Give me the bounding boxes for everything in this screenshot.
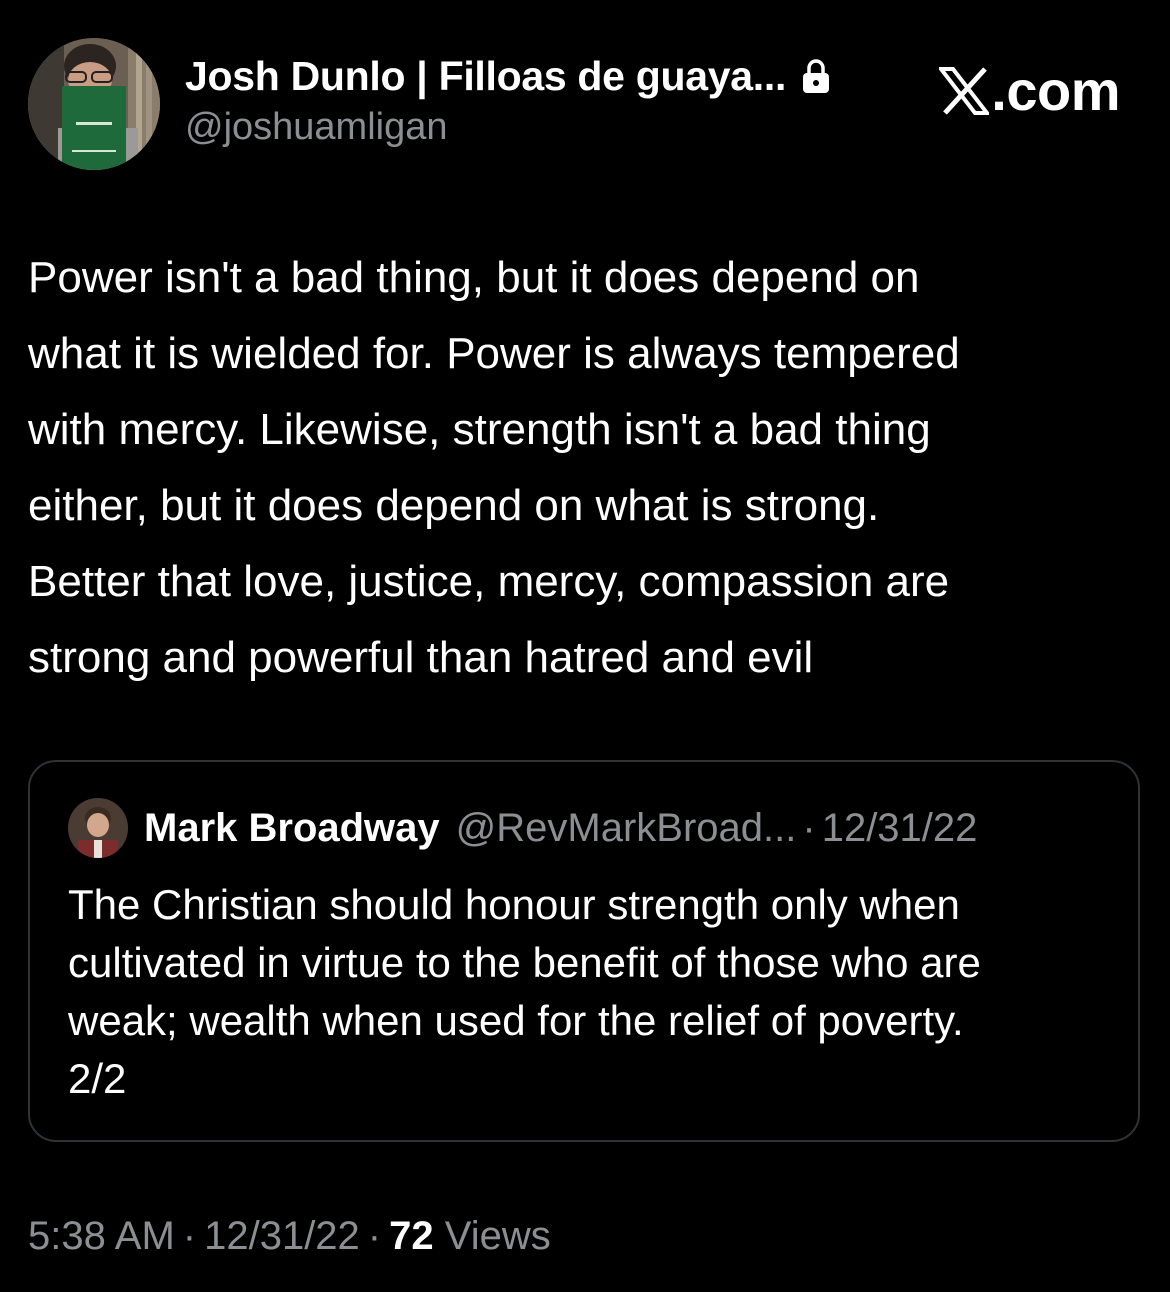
- tweet-text-line: Better that love, justice, mercy, compas…: [28, 557, 950, 606]
- quoted-text-line: The Christian should honour strength onl…: [68, 881, 960, 928]
- views-label: Views: [433, 1214, 551, 1258]
- tweet-text-line: strong and powerful than hatred and evil: [28, 633, 814, 682]
- separator-dot: ·: [182, 1214, 197, 1258]
- brand-text: .com: [991, 59, 1120, 122]
- tweet-date[interactable]: 12/31/22: [204, 1214, 360, 1258]
- tweet-time[interactable]: 5:38 AM: [28, 1214, 175, 1258]
- quoted-text-line: cultivated in virtue to the benefit of t…: [68, 939, 981, 986]
- quoted-text-line: 2/2: [68, 1055, 127, 1102]
- lock-icon: [803, 59, 830, 93]
- tweet-header: Josh Dunlo | Filloas de guaya... @joshua…: [28, 38, 1142, 172]
- author-display-name[interactable]: Josh Dunlo | Filloas de guaya...: [185, 53, 786, 100]
- quoted-text-line: weak; wealth when used for the relief of…: [68, 997, 964, 1044]
- tweet-text-line: with mercy. Likewise, strength isn't a b…: [28, 405, 931, 454]
- separator-dot: ·: [802, 805, 816, 850]
- tweet-text-line: Power isn't a bad thing, but it does dep…: [28, 253, 920, 302]
- quoted-author-handle[interactable]: @RevMarkBroad...: [456, 806, 797, 851]
- quoted-tweet-card[interactable]: Mark Broadway @RevMarkBroad... · 12/31/2…: [28, 760, 1140, 1142]
- tweet-text-line: what it is wielded for. Power is always …: [28, 329, 960, 378]
- quoted-author-avatar[interactable]: [68, 798, 128, 858]
- author-avatar[interactable]: [28, 38, 160, 170]
- profile-photo: [28, 38, 160, 170]
- tweet-text-line: either, but it does depend on what is st…: [28, 481, 880, 530]
- tweet-metadata: 5:38 AM · 12/31/22 · 72 Views: [28, 1214, 551, 1259]
- quoted-tweet-date[interactable]: 12/31/22: [822, 806, 978, 851]
- views-count[interactable]: 72: [389, 1214, 434, 1258]
- quoted-author-name[interactable]: Mark Broadway: [144, 806, 440, 851]
- quoted-profile-photo: [68, 798, 128, 858]
- x-brand: .com: [939, 58, 1120, 123]
- x-logo-icon: [939, 66, 990, 115]
- quoted-tweet-header: Mark Broadway @RevMarkBroad... · 12/31/2…: [68, 798, 977, 858]
- tweet-text: Power isn't a bad thing, but it does dep…: [28, 240, 1138, 696]
- separator-dot: ·: [367, 1214, 382, 1258]
- author-handle[interactable]: @joshuamligan: [185, 106, 832, 149]
- quoted-tweet-text: The Christian should honour strength onl…: [68, 876, 1118, 1108]
